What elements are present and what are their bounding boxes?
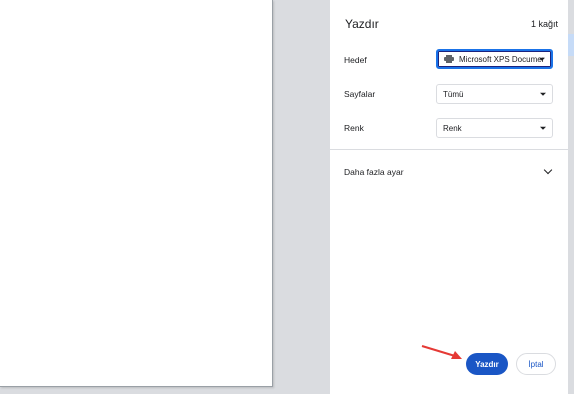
pages-select[interactable]: Tümü: [436, 84, 553, 104]
preview-page: [0, 0, 273, 387]
edge-highlight: [568, 34, 574, 56]
pages-label: Sayfalar: [344, 89, 376, 99]
cancel-button[interactable]: İptal: [516, 353, 556, 375]
color-value: Renk: [443, 123, 462, 133]
chevron-down-icon: [543, 165, 553, 175]
print-settings-panel: Yazdır 1 kağıt Hedef Microsoft XPS Docum…: [330, 0, 568, 394]
print-button[interactable]: Yazdır: [466, 353, 508, 375]
pages-value: Tümü: [443, 89, 464, 99]
more-settings-toggle[interactable]: Daha fazla ayar: [330, 150, 568, 192]
print-preview-area: [0, 0, 330, 394]
destination-select[interactable]: Microsoft XPS Documer: [436, 49, 553, 69]
dropdown-arrow-icon: [540, 92, 546, 96]
color-select[interactable]: Renk: [436, 118, 553, 138]
destination-label: Hedef: [344, 55, 367, 65]
panel-title: Yazdır: [345, 17, 379, 31]
dropdown-arrow-icon: [540, 126, 546, 130]
sheet-count: 1 kağıt: [530, 19, 558, 29]
printer-icon: [444, 55, 454, 63]
more-settings-label: Daha fazla ayar: [344, 167, 404, 177]
dropdown-arrow-icon: [539, 57, 545, 61]
color-label: Renk: [344, 123, 364, 133]
destination-value: Microsoft XPS Documer: [459, 54, 545, 64]
window-edge: [568, 0, 574, 394]
